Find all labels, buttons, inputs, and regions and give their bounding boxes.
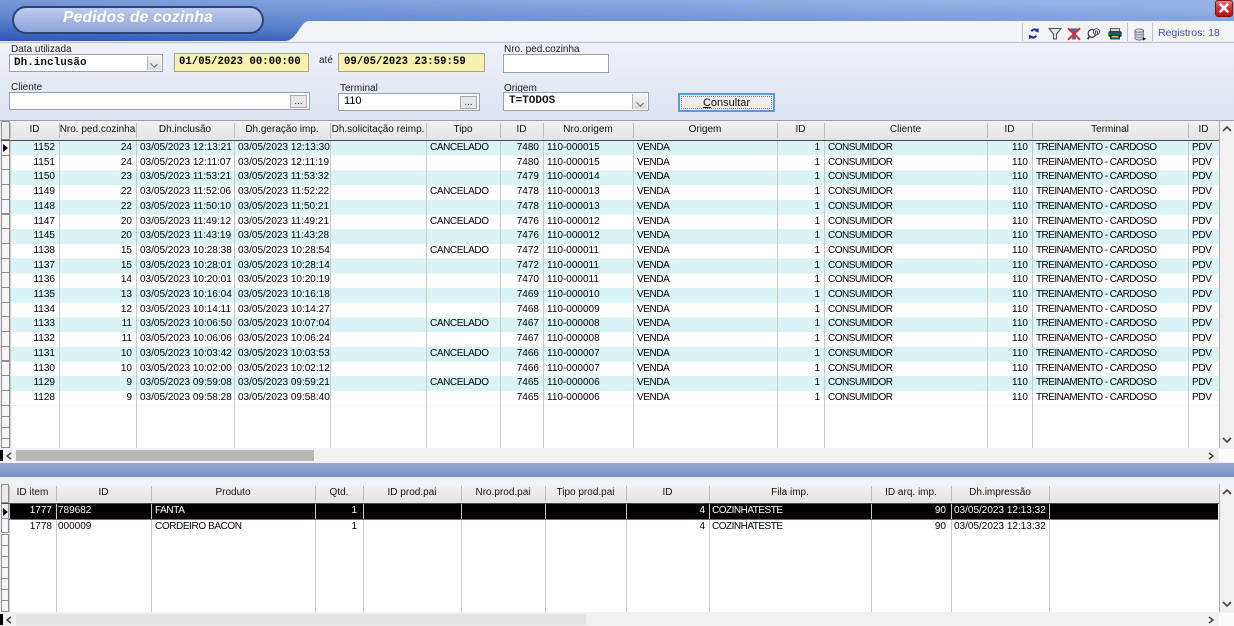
svg-text:n: n [1094,29,1098,36]
